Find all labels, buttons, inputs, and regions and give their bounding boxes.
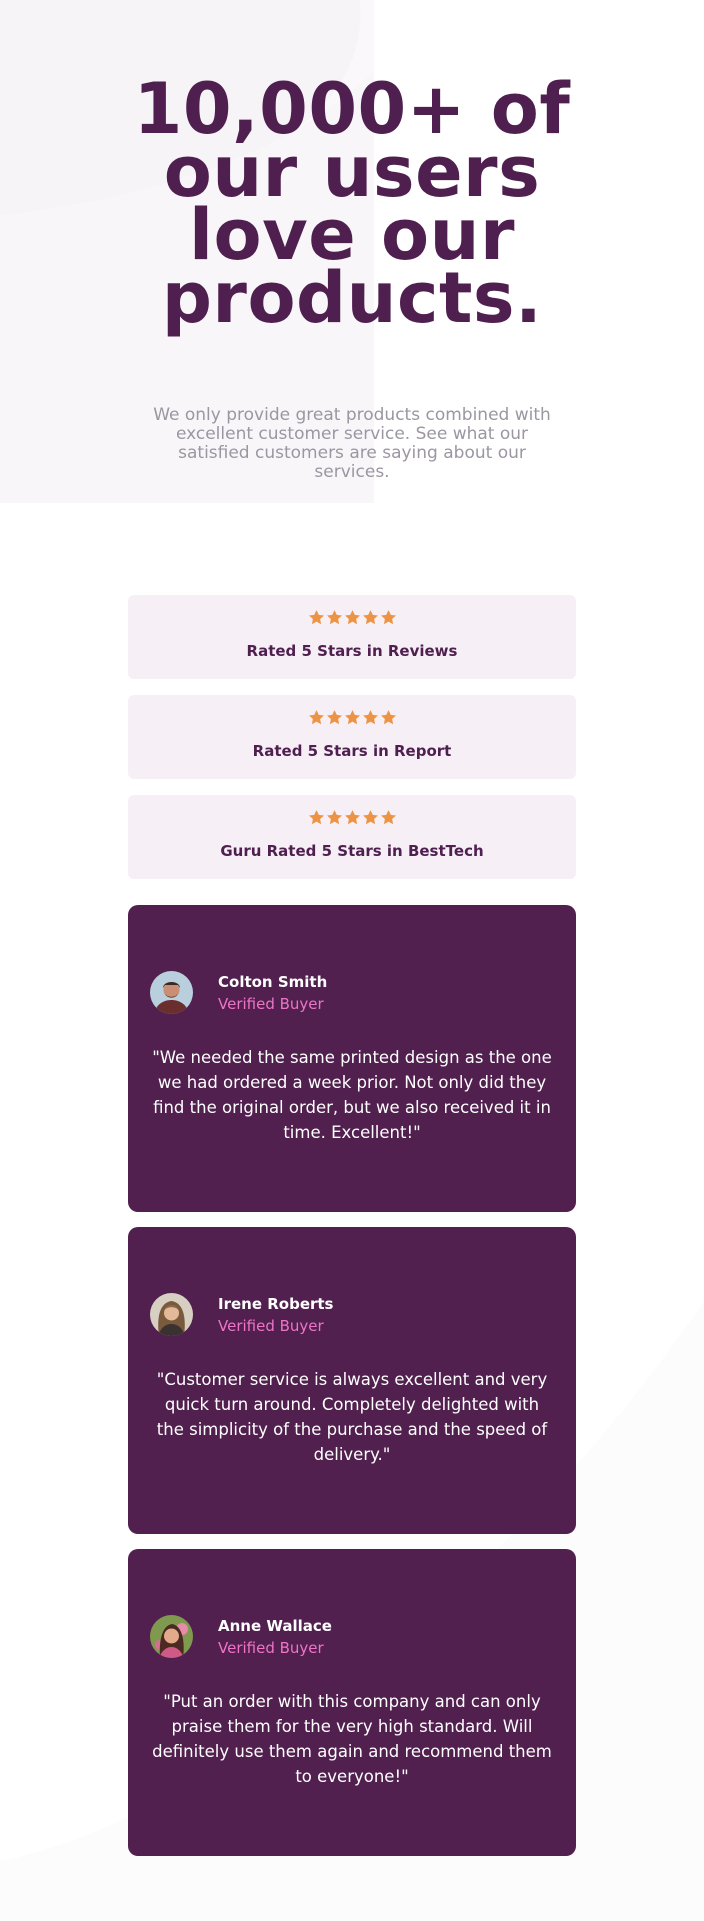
- reviewer-name: Irene Roberts: [218, 1295, 334, 1313]
- star-rating: [128, 809, 576, 831]
- rating-label: Rated 5 Stars in Reviews: [246, 642, 458, 660]
- testimonial-card: Colton Smith Verified Buyer "We needed t…: [128, 905, 576, 1212]
- star-icon: [380, 710, 396, 725]
- testimonial-card: Irene Roberts Verified Buyer "Customer s…: [128, 1227, 576, 1534]
- reviewer-status: Verified Buyer: [218, 1317, 324, 1335]
- hero-title: 10,000+ of our users love our products.: [133, 68, 571, 339]
- testimonial-quote: "We needed the same printed design as th…: [152, 1048, 552, 1142]
- star-icon: [362, 810, 378, 825]
- reviewer-name: Colton Smith: [218, 973, 328, 991]
- star-icon: [362, 710, 378, 725]
- star-icon: [344, 710, 360, 725]
- rating-card-besttech: Guru Rated 5 Stars in BestTech: [128, 795, 576, 879]
- rating-label: Rated 5 Stars in Report: [252, 742, 452, 760]
- reviewer-status: Verified Buyer: [218, 995, 324, 1013]
- rating-label: Guru Rated 5 Stars in BestTech: [220, 842, 484, 860]
- rating-card-report: Rated 5 Stars in Report: [128, 695, 576, 779]
- star-icon: [344, 810, 360, 825]
- star-icon: [380, 810, 396, 825]
- avatar: [150, 971, 193, 1014]
- avatar: [150, 1615, 193, 1658]
- rating-card-reviews: Rated 5 Stars in Reviews: [128, 595, 576, 679]
- star-icon: [326, 610, 342, 625]
- star-rating: [128, 609, 576, 631]
- star-rating: [128, 709, 576, 731]
- star-icon: [326, 810, 342, 825]
- star-icon: [308, 710, 324, 725]
- star-icon: [326, 710, 342, 725]
- star-icon: [308, 810, 324, 825]
- star-icon: [308, 610, 324, 625]
- testimonial-quote: "Put an order with this company and can …: [152, 1692, 552, 1786]
- reviewer-name: Anne Wallace: [218, 1617, 332, 1635]
- star-icon: [362, 610, 378, 625]
- avatar: [150, 1293, 193, 1336]
- star-icon: [344, 610, 360, 625]
- star-icon: [380, 610, 396, 625]
- hero-subtitle: We only provide great products combined …: [153, 405, 551, 482]
- reviewer-status: Verified Buyer: [218, 1639, 324, 1657]
- testimonial-card: Anne Wallace Verified Buyer "Put an orde…: [128, 1549, 576, 1856]
- testimonial-quote: "Customer service is always excellent an…: [156, 1370, 548, 1464]
